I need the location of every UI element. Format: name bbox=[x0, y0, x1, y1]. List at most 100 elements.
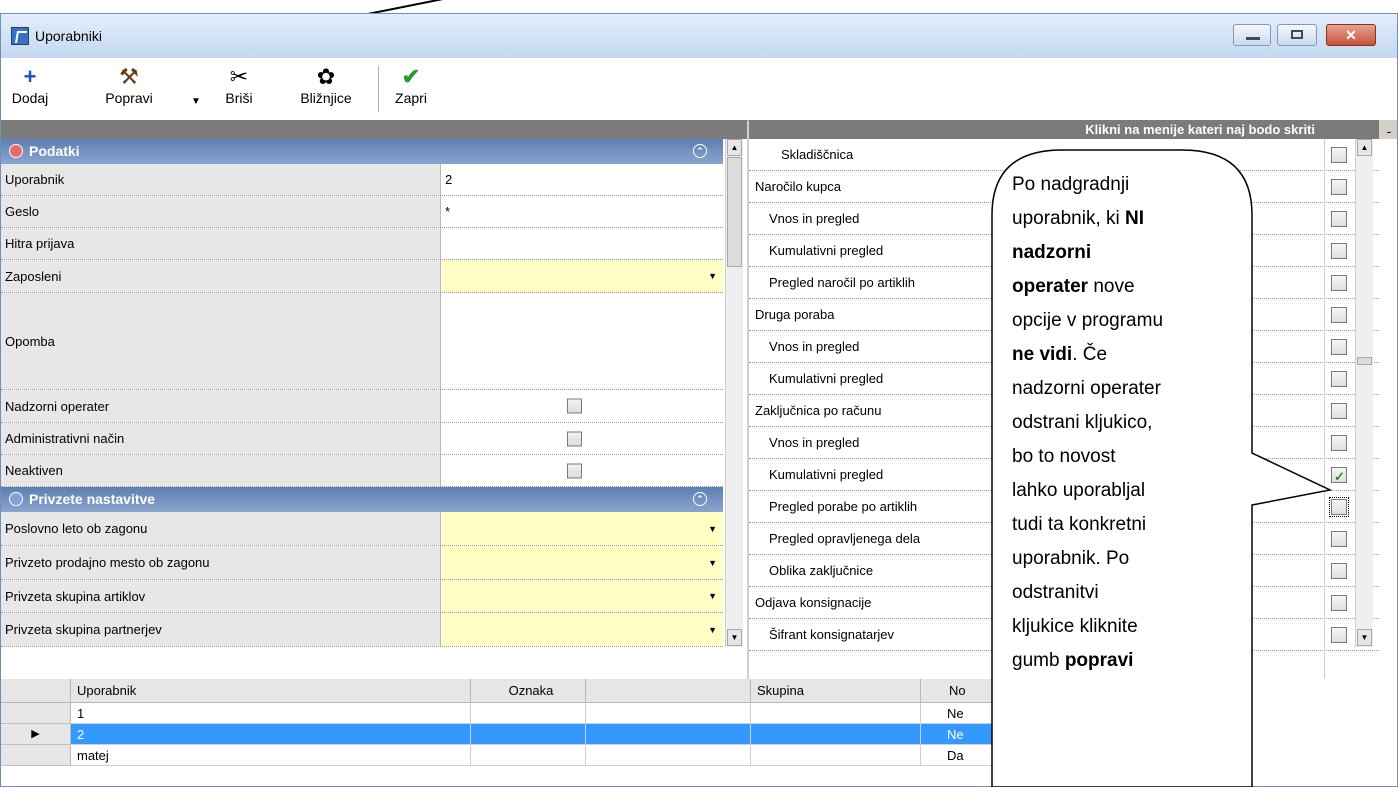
property-label: Privzeta skupina partnerjev bbox=[1, 613, 441, 646]
cell-skupina bbox=[751, 724, 921, 745]
chevron-down-icon[interactable]: ▼ bbox=[708, 625, 717, 635]
column-header-skupina[interactable]: Skupina bbox=[751, 679, 921, 703]
table-row[interactable]: matej Da bbox=[1, 745, 1001, 766]
maximize-button[interactable] bbox=[1277, 24, 1317, 46]
checkmark-icon: ✔ bbox=[401, 64, 421, 89]
scroll-down-icon[interactable]: ▼ bbox=[727, 629, 742, 646]
hide-menu-checkbox[interactable] bbox=[1331, 307, 1347, 323]
hide-menu-checkbox[interactable] bbox=[1329, 497, 1349, 517]
menu-row-label: Vnos in pregled bbox=[769, 435, 860, 450]
hide-menu-checkbox[interactable] bbox=[1331, 563, 1347, 579]
callout-line: kljukice kliknite bbox=[1012, 616, 1138, 637]
hide-menu-checkbox[interactable] bbox=[1331, 147, 1347, 163]
password-field[interactable]: * bbox=[442, 196, 723, 227]
hide-menu-checkbox[interactable] bbox=[1331, 211, 1347, 227]
edit-button[interactable]: ⚒ Popravi bbox=[81, 64, 177, 106]
callout-line: tudi ta konkretni bbox=[1012, 514, 1147, 535]
property-row-uporabnik: Uporabnik 2 bbox=[1, 164, 723, 196]
section-header-privzete[interactable]: Privzete nastavitve ⌃ bbox=[1, 487, 723, 512]
callout-bold: nadzorni bbox=[1012, 242, 1092, 263]
column-header-blank[interactable] bbox=[586, 679, 751, 703]
hide-menu-checkbox[interactable] bbox=[1331, 531, 1347, 547]
callout-line: Po nadgradnji bbox=[1012, 174, 1130, 195]
chevron-down-icon[interactable]: ▼ bbox=[708, 591, 717, 601]
hide-menu-checkbox[interactable] bbox=[1331, 461, 1347, 493]
property-scrollbar[interactable]: ▲ ▼ bbox=[725, 139, 743, 647]
chevron-down-icon[interactable]: ▼ bbox=[708, 271, 717, 281]
sales-point-combo[interactable]: ▼ bbox=[442, 546, 723, 579]
callout-bold: operater bbox=[1012, 276, 1089, 297]
property-row-admin: Administrativni način bbox=[1, 423, 723, 455]
section-icon bbox=[9, 492, 23, 506]
hide-menu-checkbox[interactable] bbox=[1331, 179, 1347, 195]
cell-uporabnik: 1 bbox=[71, 703, 471, 724]
hide-menu-checkbox[interactable] bbox=[1331, 435, 1347, 451]
callout-text-part: nove bbox=[1093, 276, 1135, 297]
property-row-skupina-partnerjev: Privzeta skupina partnerjev ▼ bbox=[1, 613, 723, 647]
chevron-down-icon[interactable]: ▼ bbox=[708, 558, 717, 568]
cell-no: Da bbox=[921, 745, 1001, 766]
column-header-uporabnik[interactable]: Uporabnik bbox=[71, 679, 471, 703]
collapse-panel-button[interactable]: - bbox=[1379, 120, 1397, 139]
collapse-section-icon[interactable]: ⌃ bbox=[693, 492, 707, 506]
scroll-thumb[interactable] bbox=[1357, 357, 1372, 365]
shortcuts-button[interactable]: ✿ Bližnjice bbox=[281, 64, 371, 106]
toolbar: + Dodaj ⚒ Popravi ▼ ✂ Briši ✿ Bližnjice … bbox=[1, 58, 1397, 121]
quick-login-field[interactable] bbox=[442, 228, 723, 259]
menu-row-label: Pregled porabe po artiklih bbox=[769, 499, 918, 514]
table-row-selected[interactable]: ▶ 2 Ne bbox=[1, 724, 1001, 745]
table-row[interactable]: 1 Ne bbox=[1, 703, 1001, 724]
inactive-checkbox[interactable] bbox=[567, 463, 582, 478]
hide-menu-checkbox[interactable] bbox=[1331, 403, 1347, 419]
shortcuts-icon: ✿ bbox=[316, 64, 336, 89]
scroll-thumb[interactable] bbox=[727, 157, 742, 267]
admin-mode-checkbox[interactable] bbox=[567, 431, 582, 446]
property-label: Hitra prijava bbox=[1, 228, 441, 259]
employee-combo[interactable]: ▼ bbox=[442, 260, 723, 292]
section-header-podatki[interactable]: Podatki ⌃ bbox=[1, 139, 723, 164]
hide-menu-checkbox[interactable] bbox=[1331, 595, 1347, 611]
scroll-down-icon[interactable]: ▼ bbox=[1357, 629, 1372, 646]
callout-line: odstranitvi bbox=[1012, 582, 1099, 603]
row-indicator bbox=[1, 745, 71, 766]
cell-skupina bbox=[751, 745, 921, 766]
plus-icon: + bbox=[23, 64, 37, 89]
close-button[interactable]: ✕ bbox=[1326, 24, 1376, 46]
scroll-up-icon[interactable]: ▲ bbox=[1357, 139, 1372, 156]
section-icon bbox=[9, 144, 23, 158]
collapse-section-icon[interactable]: ⌃ bbox=[693, 144, 707, 158]
property-label: Poslovno leto ob zagonu bbox=[1, 512, 441, 545]
menu-scrollbar[interactable]: ▲ ▼ bbox=[1355, 139, 1373, 647]
hide-menu-checkbox[interactable] bbox=[1331, 243, 1347, 259]
property-row-nadzorni: Nadzorni operater bbox=[1, 390, 723, 423]
column-header-no[interactable]: No bbox=[921, 679, 1001, 703]
scroll-up-icon[interactable]: ▲ bbox=[727, 139, 742, 156]
window-title: Uporabniki bbox=[35, 28, 102, 44]
close-window-button[interactable]: ✔ Zapri bbox=[387, 64, 435, 106]
property-row-prodajno-mesto: Privzeto prodajno mesto ob zagonu ▼ bbox=[1, 546, 723, 580]
add-button[interactable]: + Dodaj bbox=[7, 64, 53, 106]
menu-row[interactable]: Skladiščnica bbox=[749, 139, 1379, 171]
hide-menu-checkbox[interactable] bbox=[1331, 371, 1347, 387]
note-field[interactable] bbox=[442, 293, 723, 389]
column-header-oznaka[interactable]: Oznaka bbox=[471, 679, 586, 703]
property-row-skupina-artiklov: Privzeta skupina artiklov ▼ bbox=[1, 580, 723, 613]
hide-menu-checkbox[interactable] bbox=[1331, 275, 1347, 291]
minimize-button[interactable] bbox=[1233, 24, 1271, 46]
scissors-icon: ✂ bbox=[229, 64, 249, 89]
chevron-down-icon[interactable]: ▼ bbox=[708, 524, 717, 534]
supervisor-checkbox[interactable] bbox=[567, 398, 582, 414]
hide-menu-checkbox[interactable] bbox=[1331, 339, 1347, 355]
cell-blank bbox=[586, 703, 751, 724]
delete-button[interactable]: ✂ Briši bbox=[217, 64, 261, 106]
cell-uporabnik: matej bbox=[71, 745, 471, 766]
fiscal-year-combo[interactable]: ▼ bbox=[442, 512, 723, 545]
edit-dropdown-arrow-icon[interactable]: ▼ bbox=[191, 96, 201, 107]
inactive-value bbox=[442, 455, 723, 486]
menu-row-label: Pregled naročil po artiklih bbox=[769, 275, 915, 290]
hide-menu-checkbox[interactable] bbox=[1331, 627, 1347, 643]
callout-line: lahko uporabljal bbox=[1012, 480, 1146, 501]
partner-group-combo[interactable]: ▼ bbox=[442, 613, 723, 646]
article-group-combo[interactable]: ▼ bbox=[442, 580, 723, 612]
username-field[interactable]: 2 bbox=[442, 164, 723, 195]
